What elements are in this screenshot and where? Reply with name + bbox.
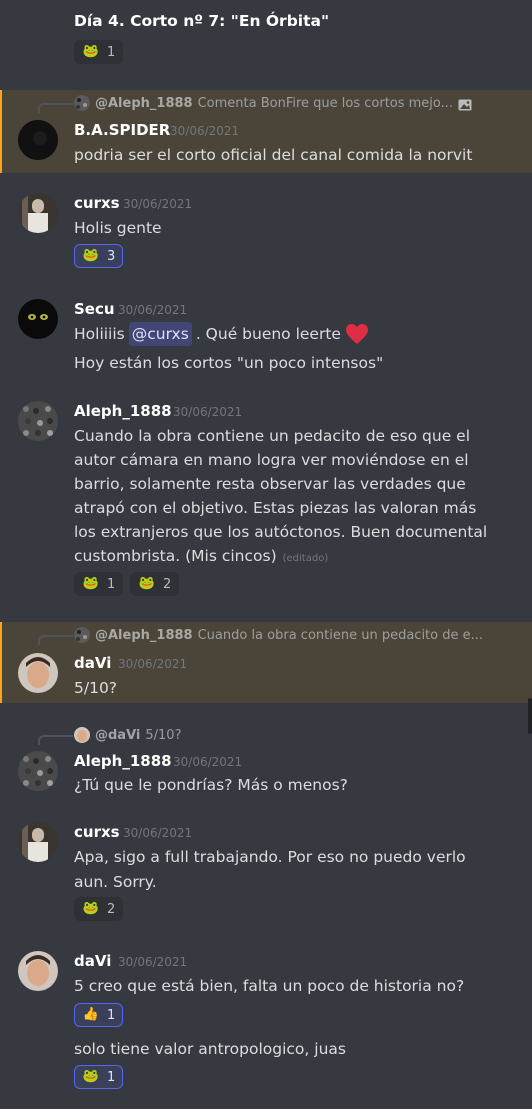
reaction-count: 1 [107,1007,116,1023]
pepe-cowboy-icon: 🐸 [82,44,100,59]
edited-label: (editado) [282,553,329,564]
message-text: ¿Tú que le pondrías? Más o menos? [74,776,348,794]
reply-username[interactable]: @daVi [95,728,140,743]
timestamp: 30/06/2021 [123,826,193,840]
reply-avatar [74,95,90,111]
reply-preview[interactable]: @Aleph_1888 Comenta BonFire que los cort… [74,94,453,112]
username[interactable]: curxs [74,194,120,212]
reaction-pepe-sad[interactable]: 🐸 2 [74,897,124,921]
timestamp: 30/06/2021 [173,755,243,769]
message-text: barrio, solamente resta observar las ver… [74,475,466,493]
message-text: Holis gente [74,219,162,237]
timestamp: 30/06/2021 [173,405,243,419]
message-line: custombrista. (Mis cincos) (editado) [74,544,328,571]
message-text: autor cámara en mano logra ver moviéndos… [74,451,469,469]
message-text: custombrista. (Mis cincos) [74,547,277,565]
username[interactable]: Aleph_1888 [74,752,172,770]
message-text: podria ser el corto oficial del canal co… [74,146,473,164]
reaction-count: 2 [107,901,116,917]
reply-connector [38,635,73,645]
avatar[interactable] [18,401,58,441]
reply-avatar [74,727,90,743]
scrollbar-thumb[interactable] [528,698,532,734]
timestamp: 30/06/2021 [170,124,240,138]
message-text: Hoy están los cortos "un poco intensos" [74,354,384,372]
reply-avatar [74,627,90,643]
username[interactable]: Aleph_1888 [74,402,172,420]
reaction-count: 1 [107,44,116,60]
message-text: 5 creo que está bien, falta un poco de h… [74,977,465,995]
pepe-thinking-icon: 🐸 [82,576,100,591]
reaction-count: 3 [107,248,116,264]
avatar[interactable] [18,822,58,862]
username[interactable]: curxs [74,823,120,841]
reaction-count: 1 [107,1069,116,1085]
reaction-pepe-smug[interactable]: 🐸 2 [130,572,180,596]
reaction-pepe-hype[interactable]: 🐸 3 [74,244,124,268]
username[interactable]: daVi [74,654,111,672]
username[interactable]: B.A.SPIDER [74,121,170,139]
message-title: Día 4. Corto nº 7: "En Órbita" [74,12,330,30]
reaction-count: 1 [107,576,116,592]
reply-text[interactable]: Cuando la obra contiene un pedacito de e… [198,628,483,643]
message-text: Holiiiis [74,325,125,343]
reply-preview[interactable]: @Aleph_1888 Cuando la obra contiene un p… [74,626,483,644]
timestamp: 30/06/2021 [118,955,188,969]
reaction-pepe-cowboy[interactable]: 🐸 1 [74,40,124,64]
pepe-hype-icon: 🐸 [82,248,100,263]
image-icon [458,96,472,111]
message-text: aun. Sorry. [74,873,157,891]
reply-connector [38,103,73,113]
message-text: atrapó con el objetivo. Estas piezas las… [74,499,477,517]
reaction-thumbs-up[interactable]: 👍 1 [74,1003,124,1027]
timestamp: 30/06/2021 [118,657,188,671]
reply-preview[interactable]: @daVi 5/10? [74,726,181,744]
reply-username[interactable]: @Aleph_1888 [95,96,193,111]
message-text: los extranjeros que los autóctonos. Buen… [74,523,488,541]
reaction-pepe-thinking[interactable]: 🐸 1 [74,572,124,596]
pepe-smug-icon: 🐸 [138,576,156,591]
timestamp: 30/06/2021 [118,303,188,317]
pepe-sad-icon: 🐸 [82,901,100,916]
avatar[interactable] [18,120,58,160]
thumbs-up-icon: 👍 [82,1007,100,1022]
message-text: 5/10? [74,679,118,697]
red-heart-icon [345,323,369,345]
user-mention[interactable]: @curxs [128,322,192,346]
pepe-hiding-icon: 🐸 [82,1069,100,1084]
avatar[interactable] [18,653,58,693]
message-text: Cuando la obra contiene un pedacito de e… [74,427,470,445]
message-text: Apa, sigo a full trabajando. Por eso no … [74,848,466,866]
reaction-pepe-hiding[interactable]: 🐸 1 [74,1065,124,1089]
reply-text[interactable]: 5/10? [145,728,181,743]
message-text: solo tiene valor antropologico, juas [74,1040,346,1058]
reply-connector [38,735,73,745]
avatar[interactable] [18,751,58,791]
avatar[interactable] [18,299,58,339]
username[interactable]: Secu [74,300,115,318]
message-text: . Qué bueno leerte [195,325,341,343]
reaction-count: 2 [163,576,172,592]
avatar[interactable] [18,193,58,233]
username[interactable]: daVi [74,952,111,970]
avatar[interactable] [18,951,58,991]
message-line: Holiiiis @curxs . Qué bueno leerte [74,322,369,346]
timestamp: 30/06/2021 [123,197,193,211]
reply-text[interactable]: Comenta BonFire que los cortos mejo... [198,96,453,111]
reply-username[interactable]: @Aleph_1888 [95,628,193,643]
